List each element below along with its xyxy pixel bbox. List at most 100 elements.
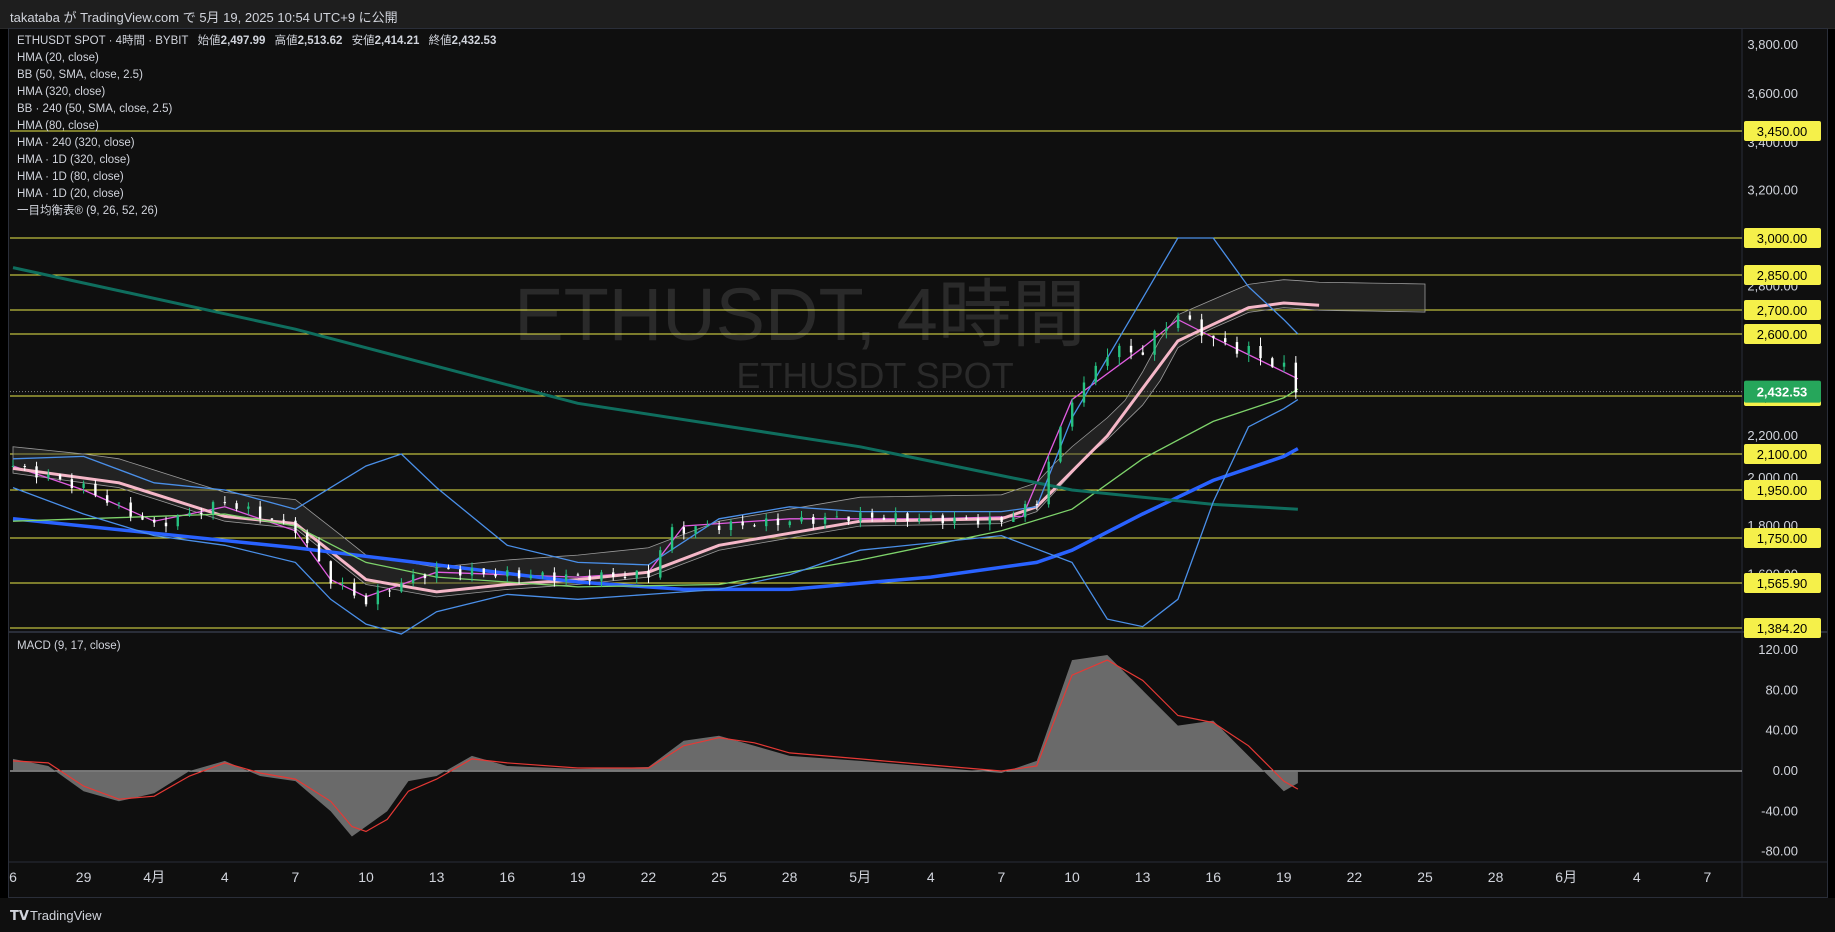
candle-body[interactable] (1294, 362, 1298, 393)
time-tick-label[interactable]: 4 (221, 869, 229, 885)
candle-body[interactable] (188, 512, 191, 516)
candle-body[interactable] (117, 502, 121, 504)
candle-body[interactable] (517, 570, 521, 579)
macd-label[interactable]: MACD (9, 17, close) (17, 640, 121, 652)
candle-body[interactable] (70, 479, 74, 488)
candle-body[interactable] (1282, 362, 1286, 367)
candle-body[interactable] (835, 516, 839, 518)
time-tick-label[interactable]: 5月 (849, 869, 871, 885)
candle-body[interactable] (388, 590, 391, 592)
candle-body[interactable] (859, 512, 862, 522)
candle-body[interactable] (376, 590, 380, 605)
candle-body[interactable] (1012, 517, 1015, 522)
candle-body[interactable] (353, 582, 356, 596)
candle-body[interactable] (447, 567, 450, 570)
indicator-item[interactable]: 一目均衡表® (9, 26, 52, 26) (17, 203, 502, 220)
candle-body[interactable] (729, 521, 733, 531)
indicator-item[interactable]: BB (50, SMA, close, 2.5) (17, 67, 502, 84)
candle-body[interactable] (164, 522, 168, 527)
candle-body[interactable] (1059, 426, 1062, 462)
candle-body[interactable] (35, 466, 38, 478)
candle-body[interactable] (965, 517, 968, 519)
candle-body[interactable] (564, 574, 568, 581)
legend-symbol[interactable]: ETHUSDT SPOT · 4時間 · BYBIT (17, 35, 188, 47)
indicator-item[interactable]: BB · 240 (50, SMA, close, 2.5) (17, 101, 502, 118)
candle-body[interactable] (765, 518, 768, 527)
candle-body[interactable] (435, 567, 438, 579)
candle-body[interactable] (400, 582, 403, 592)
candle-body[interactable] (47, 474, 50, 478)
footer-brand[interactable]: TradingView (30, 908, 102, 923)
candle-body[interactable] (1106, 357, 1109, 366)
candle-body[interactable] (553, 572, 556, 581)
time-tick-label[interactable]: 19 (570, 869, 586, 885)
time-tick-label[interactable]: 16 (499, 869, 515, 885)
candle-body[interactable] (988, 517, 992, 525)
candle-body[interactable] (423, 574, 427, 579)
candle-body[interactable] (953, 517, 956, 524)
candle-body[interactable] (870, 512, 874, 518)
candle-body[interactable] (1153, 331, 1156, 355)
time-tick-label[interactable]: 4 (1633, 869, 1641, 885)
indicator-item[interactable]: HMA · 240 (320, close) (17, 135, 502, 152)
time-tick-label[interactable]: 10 (358, 869, 374, 885)
candle-body[interactable] (482, 568, 485, 575)
candle-body[interactable] (1082, 382, 1086, 403)
candle-body[interactable] (1212, 335, 1215, 339)
candle-body[interactable] (141, 516, 144, 520)
candle-body[interactable] (258, 506, 262, 519)
indicator-item[interactable]: HMA · 1D (20, close) (17, 186, 502, 203)
candle-body[interactable] (1165, 327, 1168, 332)
indicator-item[interactable]: HMA (320, close) (17, 84, 502, 101)
candle-body[interactable] (506, 570, 509, 577)
tradingview-logo-icon[interactable]: 𝗧𝗩 (10, 908, 29, 924)
candle-body[interactable] (682, 527, 686, 534)
candle-body[interactable] (329, 561, 332, 584)
candle-body[interactable] (529, 575, 533, 579)
candle-body[interactable] (58, 474, 62, 480)
candle-body[interactable] (11, 466, 15, 467)
candle-body[interactable] (211, 502, 215, 514)
candle-body[interactable] (223, 502, 227, 504)
candle-body[interactable] (659, 550, 662, 578)
candle-body[interactable] (812, 516, 815, 524)
candle-body[interactable] (941, 515, 944, 524)
candle-body[interactable] (494, 574, 497, 577)
candle-body[interactable] (270, 518, 274, 520)
candle-body[interactable] (1259, 346, 1262, 359)
candle-body[interactable] (282, 519, 285, 521)
candle-body[interactable] (1188, 315, 1192, 320)
candle-body[interactable] (306, 532, 309, 544)
candle-body[interactable] (1023, 503, 1027, 518)
candle-body[interactable] (176, 515, 179, 527)
time-tick-label[interactable]: 13 (429, 869, 445, 885)
candle-body[interactable] (1000, 517, 1003, 522)
candle-body[interactable] (612, 572, 615, 577)
indicator-item[interactable]: HMA (20, close) (17, 50, 502, 67)
candle-body[interactable] (788, 521, 791, 526)
indicator-item[interactable]: HMA · 1D (320, close) (17, 152, 502, 169)
time-tick-label[interactable]: 16 (1205, 869, 1221, 885)
candle-body[interactable] (576, 574, 580, 576)
candle-body[interactable] (94, 483, 97, 496)
candle-body[interactable] (1247, 346, 1250, 354)
candle-body[interactable] (717, 525, 721, 531)
candle-body[interactable] (1271, 358, 1274, 367)
time-tick-label[interactable]: 6 (9, 869, 17, 885)
candle-body[interactable] (847, 516, 850, 522)
candle-body[interactable] (153, 519, 156, 523)
candle-body[interactable] (364, 595, 368, 605)
time-tick-label[interactable]: 4 (927, 869, 935, 885)
time-tick-label[interactable]: 7 (1704, 869, 1712, 885)
candle-body[interactable] (600, 572, 603, 581)
candle-body[interactable] (918, 518, 921, 522)
candle-body[interactable] (1035, 503, 1039, 505)
candle-body[interactable] (317, 543, 321, 562)
candle-body[interactable] (1235, 342, 1239, 354)
candle-body[interactable] (823, 516, 827, 524)
time-tick-label[interactable]: 7 (998, 869, 1006, 885)
candle-body[interactable] (247, 506, 250, 509)
candle-body[interactable] (470, 568, 474, 576)
candle-body[interactable] (623, 576, 627, 579)
time-tick-label[interactable]: 19 (1276, 869, 1292, 885)
